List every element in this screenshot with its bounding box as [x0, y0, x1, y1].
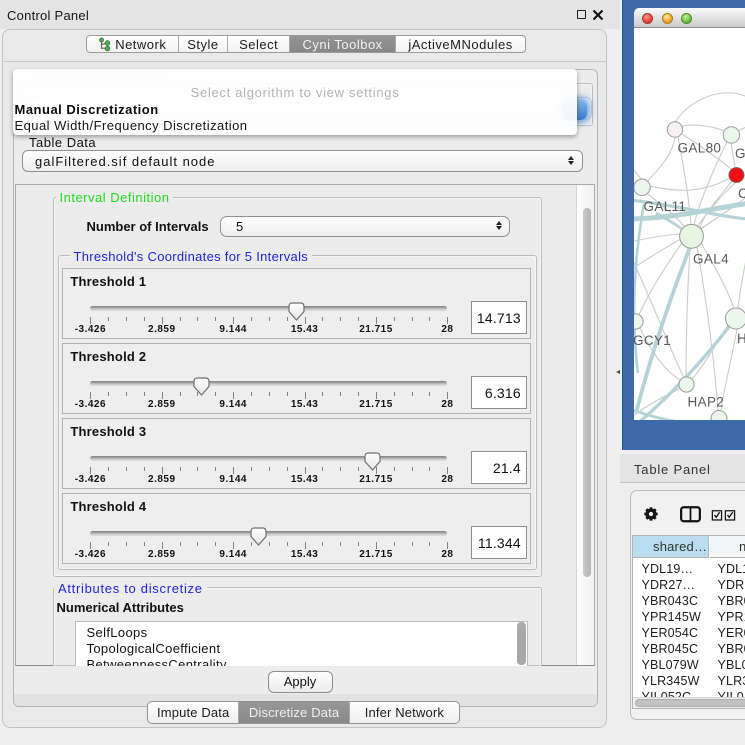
svg-text:C: C — [738, 186, 745, 201]
svg-text:GCY1: GCY1 — [634, 333, 671, 348]
svg-text:GAL80: GAL80 — [677, 141, 721, 156]
svg-text:HAP2: HAP2 — [687, 395, 724, 410]
svg-text:H: H — [737, 331, 745, 346]
svg-text:GAL11: GAL11 — [643, 199, 686, 214]
svg-text:GA: GA — [735, 146, 745, 161]
svg-text:GAL4: GAL4 — [693, 252, 729, 267]
